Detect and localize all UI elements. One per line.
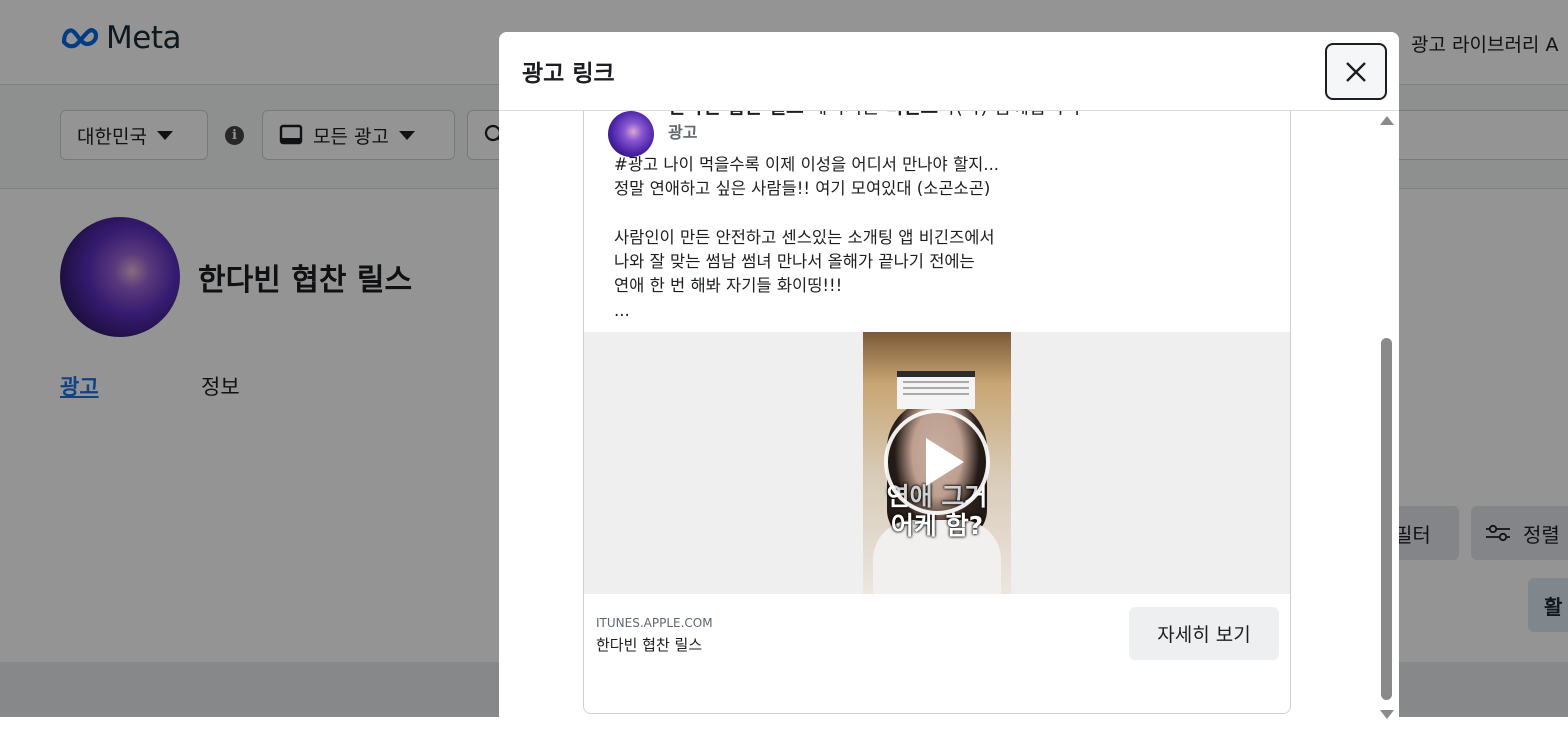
ad-text-line: 연애 한 번 해봐 자기들 화이띵!!!	[614, 276, 843, 296]
partner-name[interactable]: 비긴즈	[886, 110, 938, 118]
close-button[interactable]	[1325, 43, 1387, 100]
learn-more-label: 자세히 보기	[1157, 624, 1251, 646]
advertiser-heading: 한다빈 협찬 릴스 페이지는 비긴즈와(과) 함께합니다	[668, 110, 1081, 119]
close-icon	[1346, 61, 1366, 82]
scrollbar-thumb[interactable]	[1381, 338, 1392, 700]
sponsored-label: 광고	[668, 123, 698, 142]
ad-text-line: 정말 연애하고 싶은 사람들!! 여기 모여있대 (소곤소곤)	[614, 179, 991, 199]
dialog-body[interactable]: 한다빈 협찬 릴스 페이지는 비긴즈와(과) 함께합니다 광고 #광고 나이 먹…	[499, 110, 1399, 732]
ad-text-line: #광고 나이 먹을수록 이제 이성을 어디서 만나야 할지...	[614, 155, 1000, 174]
scroll-down-arrow-icon[interactable]	[1380, 710, 1394, 719]
ad-media-area: 연애 그거 어케 함?	[584, 332, 1290, 594]
dialog-title: 광고 링크	[522, 61, 615, 87]
advertiser-avatar	[608, 111, 654, 157]
ad-body-text: #광고 나이 먹을수록 이제 이성을 어디서 만나야 할지... 정말 연애하고…	[614, 153, 1254, 323]
ad-preview-card: 한다빈 협찬 릴스 페이지는 비긴즈와(과) 함께합니다 광고 #광고 나이 먹…	[583, 110, 1291, 714]
link-title: 한다빈 협찬 릴스	[596, 636, 703, 654]
heading-end: 와(과) 함께합니다	[938, 110, 1081, 118]
play-icon[interactable]	[884, 409, 990, 515]
scroll-up-arrow-icon[interactable]	[1380, 116, 1394, 125]
ad-text-line	[614, 202, 1254, 226]
ad-text-line: ...	[614, 300, 630, 320]
video-caption-line: 어케 함?	[890, 511, 984, 540]
ad-link-dialog: 광고 링크 한다빈 협찬 릴스 페이지는 비긴즈와(과) 함께합니다 광고 #광…	[499, 32, 1399, 732]
dialog-header: 광고 링크	[499, 32, 1399, 111]
link-domain: ITUNES.APPLE.COM	[596, 616, 713, 630]
ad-link-row: ITUNES.APPLE.COM 한다빈 협찬 릴스 자세히 보기	[584, 594, 1290, 713]
video-text-card	[897, 371, 975, 409]
ad-video[interactable]: 연애 그거 어케 함?	[863, 332, 1011, 594]
ad-text-line: 사람인이 만든 안전하고 센스있는 소개팅 앱 비긴즈에서	[614, 227, 995, 247]
learn-more-button[interactable]: 자세히 보기	[1129, 607, 1279, 660]
ad-text-line: 나와 잘 맞는 썸남 썸녀 만나서 올해가 끝나기 전에는	[614, 252, 975, 272]
advertiser-name[interactable]: 한다빈 협찬 릴스	[668, 110, 804, 118]
heading-middle: 페이지는	[804, 110, 886, 118]
